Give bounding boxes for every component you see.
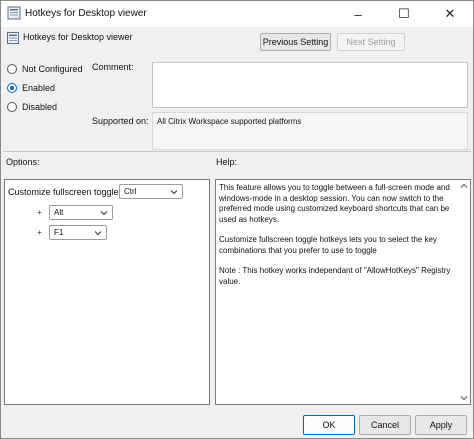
- enabled-label: Enabled: [22, 83, 56, 93]
- ok-button[interactable]: OK: [303, 415, 355, 435]
- previous-setting-button[interactable]: Previous Setting: [260, 33, 331, 51]
- close-button[interactable]: ✕: [427, 1, 473, 27]
- apply-button[interactable]: Apply: [415, 415, 467, 435]
- modifier-key-value-1: Ctrl: [124, 187, 137, 196]
- radio-button-disabled[interactable]: [7, 102, 17, 112]
- cancel-button[interactable]: Cancel: [359, 415, 411, 435]
- policy-setting-icon: [7, 32, 19, 44]
- not-configured-radio[interactable]: Not Configured: [7, 62, 83, 76]
- help-paragraph-2: Customize fullscreen toggle hotkeys lets…: [219, 235, 437, 255]
- next-setting-label: Next Setting: [346, 37, 396, 47]
- hotkey-value: F1: [54, 228, 64, 237]
- modifier-key-select-2[interactable]: Alt: [49, 205, 113, 220]
- options-label: Options:: [6, 157, 40, 167]
- scroll-up-arrow-icon[interactable]: [460, 182, 468, 190]
- supported-on-box: All Citrix Workspace supported platforms: [152, 112, 468, 150]
- radio-button-not-configured[interactable]: [7, 64, 17, 74]
- help-paragraph-1: This feature allows you to toggle betwee…: [219, 183, 450, 224]
- comment-label: Comment:: [92, 62, 134, 72]
- fullscreen-toggle-label: Customize fullscreen toggle:: [8, 187, 122, 197]
- hotkey-select[interactable]: F1: [49, 225, 107, 240]
- policy-name: Hotkeys for Desktop viewer: [23, 32, 133, 42]
- comment-textarea[interactable]: [152, 62, 468, 108]
- scroll-down-arrow-icon[interactable]: [460, 394, 468, 402]
- help-label: Help:: [216, 157, 238, 167]
- chevron-down-icon: [100, 211, 108, 216]
- plus-sign: +: [37, 208, 42, 217]
- not-configured-label: Not Configured: [22, 64, 83, 74]
- section-divider: [3, 151, 471, 152]
- cancel-label: Cancel: [370, 420, 399, 430]
- minimize-button[interactable]: –: [335, 1, 381, 27]
- disabled-label: Disabled: [22, 102, 58, 112]
- title-bar: Hotkeys for Desktop viewer – ☐ ✕: [1, 1, 473, 27]
- policy-editor-window: Hotkeys for Desktop viewer – ☐ ✕ Hotkeys…: [0, 0, 474, 439]
- help-paragraph-3: Note : This hotkey works independant of …: [219, 266, 451, 286]
- modifier-key-select-1[interactable]: Ctrl: [119, 184, 183, 199]
- supported-on-label: Supported on:: [92, 116, 149, 126]
- supported-on-value: All Citrix Workspace supported platforms: [157, 117, 302, 126]
- previous-setting-label: Previous Setting: [262, 37, 329, 47]
- modifier-key-value-2: Alt: [54, 208, 64, 217]
- maximize-button[interactable]: ☐: [381, 1, 427, 27]
- ok-label: OK: [322, 420, 336, 430]
- window-title: Hotkeys for Desktop viewer: [25, 8, 147, 19]
- disabled-radio[interactable]: Disabled: [7, 100, 57, 114]
- help-text: This feature allows you to toggle betwee…: [219, 183, 455, 297]
- enabled-radio[interactable]: Enabled: [7, 81, 55, 95]
- chevron-down-icon: [170, 190, 178, 195]
- apply-label: Apply: [429, 420, 453, 430]
- minimize-icon: –: [354, 6, 362, 22]
- next-setting-button[interactable]: Next Setting: [337, 33, 405, 51]
- plus-sign: +: [37, 228, 42, 237]
- maximize-icon: ☐: [398, 6, 410, 21]
- chevron-down-icon: [94, 231, 102, 236]
- radio-button-enabled[interactable]: [7, 83, 17, 93]
- policy-settings-icon: [7, 6, 21, 20]
- close-icon: ✕: [444, 6, 456, 21]
